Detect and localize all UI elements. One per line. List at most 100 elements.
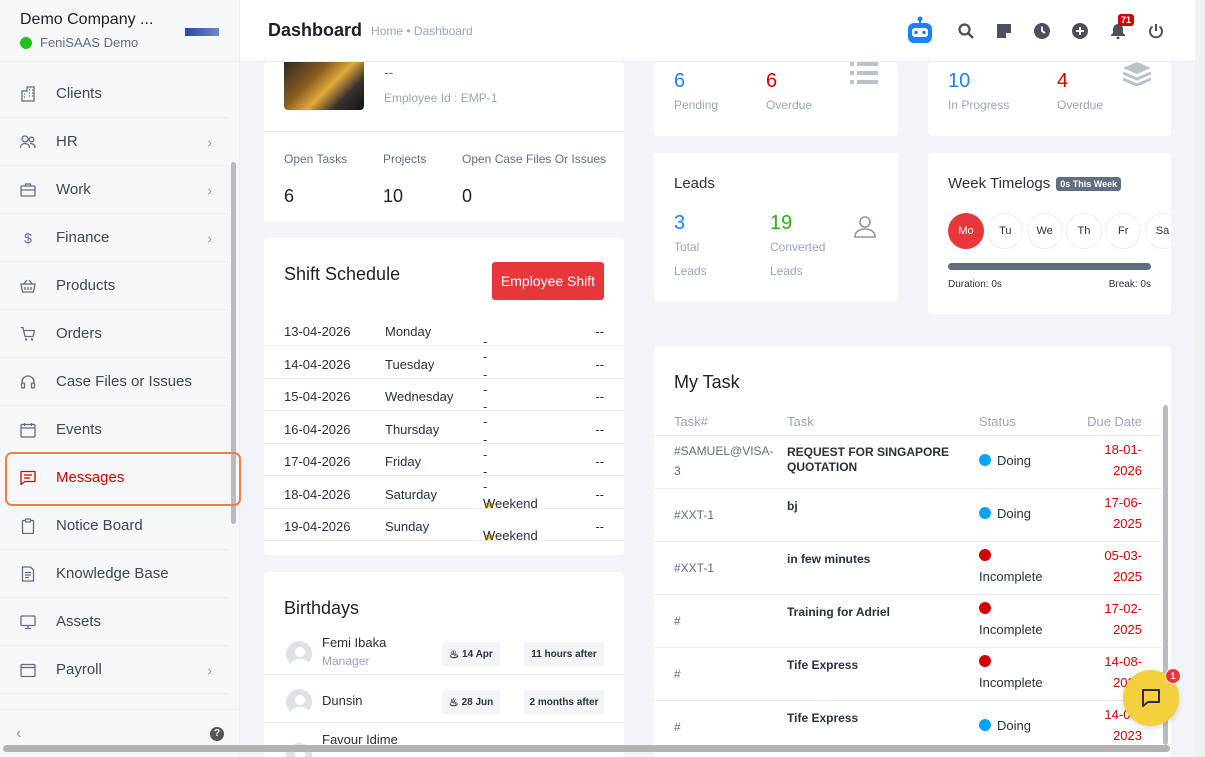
sidebar-item-work[interactable]: Work ›: [0, 166, 228, 214]
task-name[interactable]: in few minutes: [787, 552, 967, 567]
avatar[interactable]: [284, 687, 314, 717]
chevron-right-icon: ›: [207, 134, 212, 150]
shift-date: 17-04-2026: [284, 454, 351, 469]
task-number[interactable]: #SAMUEL@VISA-3: [674, 441, 774, 481]
task-due-date: 18-01- 2026: [1104, 442, 1142, 478]
sidebar-item-messages[interactable]: Messages: [0, 454, 228, 502]
leads-title: Leads: [674, 175, 715, 192]
status-dot-icon: [979, 549, 991, 561]
sidebar-item-orders[interactable]: Orders: [0, 310, 228, 358]
shift-extra: --: [595, 519, 604, 534]
sidebar-item-events[interactable]: Events: [0, 406, 228, 454]
sidebar-item-label: Assets: [56, 613, 102, 630]
total-leads-count[interactable]: 3: [674, 212, 685, 235]
sticky-note-icon[interactable]: [985, 15, 1023, 47]
open-tasks-label: Open Tasks: [284, 152, 348, 166]
task-row[interactable]: # Training for Adriel Incomplete 17-02- 2025: [654, 594, 1162, 647]
status-text: Doing: [997, 453, 1031, 468]
birthdays-title: Birthdays: [284, 598, 360, 618]
chat-bubble-icon: [1142, 689, 1160, 707]
employee-designation: --: [384, 64, 394, 80]
task-name[interactable]: REQUEST FOR SINGAPORE QUOTATION: [787, 445, 967, 475]
task-number[interactable]: #: [674, 611, 774, 631]
projects-value[interactable]: 10: [383, 186, 403, 207]
status-text: Incomplete: [979, 622, 1043, 637]
birthday-role: Manager: [322, 654, 370, 668]
search-icon[interactable]: [947, 15, 985, 47]
sidebar-item-hr[interactable]: HR ›: [0, 118, 228, 166]
power-icon[interactable]: [1137, 15, 1175, 47]
day-th[interactable]: Th: [1065, 213, 1102, 249]
company-logo: [185, 28, 219, 36]
task-row[interactable]: #XXT-1 in few minutes Incomplete 05-03- 2025: [654, 541, 1162, 594]
overdue-label: Overdue: [766, 98, 813, 112]
sidebar-item-products[interactable]: Products: [0, 262, 228, 310]
converted-leads-count[interactable]: 19: [770, 212, 792, 235]
task-row[interactable]: #SAMUEL@VISA-3 REQUEST FOR SINGAPORE QUOT…: [654, 435, 1162, 488]
day-tu[interactable]: Tu: [987, 213, 1024, 249]
task-number[interactable]: #XXT-1: [674, 505, 774, 525]
birthday-row: Dunsin ♨ 28 Jun 2 months after: [264, 679, 624, 723]
task-number[interactable]: #: [674, 664, 774, 684]
ai-assistant-robot-icon[interactable]: [905, 16, 935, 46]
employee-shift-button[interactable]: Employee Shift: [492, 262, 604, 300]
my-task-card: My Task Task# Task Status Due Date #SAMU…: [654, 346, 1171, 757]
sidebar-item-notice-board[interactable]: Notice Board: [0, 502, 228, 550]
task-name[interactable]: Training for Adriel: [787, 605, 967, 620]
sidebar-item-assets[interactable]: Assets: [0, 598, 228, 646]
total-leads-label-2: Leads: [674, 264, 707, 278]
task-number[interactable]: #XXT-1: [674, 558, 774, 578]
in-progress-count[interactable]: 10: [948, 70, 970, 93]
day-sa[interactable]: Sa: [1144, 213, 1171, 249]
shift-extra: --: [595, 486, 604, 502]
collapse-sidebar-icon[interactable]: ‹: [16, 725, 21, 743]
clock-icon[interactable]: [1023, 15, 1061, 47]
open-issues-value[interactable]: 0: [462, 186, 472, 207]
sidebar-item-label: HR: [56, 133, 78, 150]
sidebar-item-clients[interactable]: Clients: [0, 70, 228, 118]
day-fr[interactable]: Fr: [1105, 213, 1142, 249]
add-icon[interactable]: [1061, 15, 1099, 47]
status-dot-icon: [979, 602, 991, 614]
task-number[interactable]: #: [674, 717, 774, 737]
breadcrumb[interactable]: Home • Dashboard: [371, 24, 473, 38]
birthday-name[interactable]: Dunsin: [322, 693, 362, 708]
shift-row: 18-04-2026 Saturday ★ Weekend --: [264, 477, 624, 512]
shift-extra: --: [595, 324, 604, 339]
task-name[interactable]: bj: [787, 499, 967, 514]
page-horizontal-scrollbar[interactable]: [3, 745, 1170, 752]
shift-name: Weekend: [483, 528, 538, 543]
help-icon[interactable]: ?: [210, 726, 224, 741]
sidebar-scrollbar[interactable]: [231, 162, 236, 524]
overdue-projects-count[interactable]: 4: [1057, 70, 1068, 93]
task-status: Doing: [979, 450, 1059, 471]
overdue-tasks-count[interactable]: 6: [766, 70, 777, 93]
employee-avatar-image[interactable]: [284, 62, 364, 110]
col-task-number: Task#: [674, 414, 708, 429]
sidebar-item-label: Knowledge Base: [56, 565, 169, 582]
task-row[interactable]: #Tife ExpressIncomplete14-08-2025: [654, 647, 1162, 700]
col-task: Task: [787, 414, 814, 429]
task-name[interactable]: Tife Express: [787, 658, 967, 673]
page-vertical-scroll-track[interactable]: [1195, 0, 1205, 757]
task-row[interactable]: #XXT-1 bj Doing 17-06- 2025: [654, 488, 1162, 541]
company-header[interactable]: Demo Company ... FeniSAAS Demo: [0, 0, 239, 62]
sidebar-item-knowledge-base[interactable]: Knowledge Base: [0, 550, 228, 598]
open-tasks-value[interactable]: 6: [284, 186, 294, 207]
company-sub-row: FeniSAAS Demo: [20, 35, 219, 50]
day-we[interactable]: We: [1026, 213, 1063, 249]
birthday-name[interactable]: Femi Ibaka: [322, 635, 386, 650]
sidebar-item-finance[interactable]: $ Finance ›: [0, 214, 228, 262]
avatar[interactable]: [284, 639, 314, 669]
notification-bell-icon[interactable]: 71: [1099, 14, 1137, 47]
pending-tasks-count[interactable]: 6: [674, 70, 685, 93]
projects-label: Projects: [383, 152, 427, 166]
divider: [264, 131, 624, 132]
chevron-right-icon: ›: [207, 230, 212, 246]
day-mo[interactable]: Mo: [948, 213, 984, 249]
cart-icon: [20, 326, 36, 342]
sidebar-item-case-files-or-issues[interactable]: Case Files or Issues: [0, 358, 228, 406]
cake-icon: ♨: [448, 696, 459, 709]
sidebar-item-payroll[interactable]: Payroll ›: [0, 646, 228, 694]
task-name[interactable]: Tife Express: [787, 711, 967, 726]
